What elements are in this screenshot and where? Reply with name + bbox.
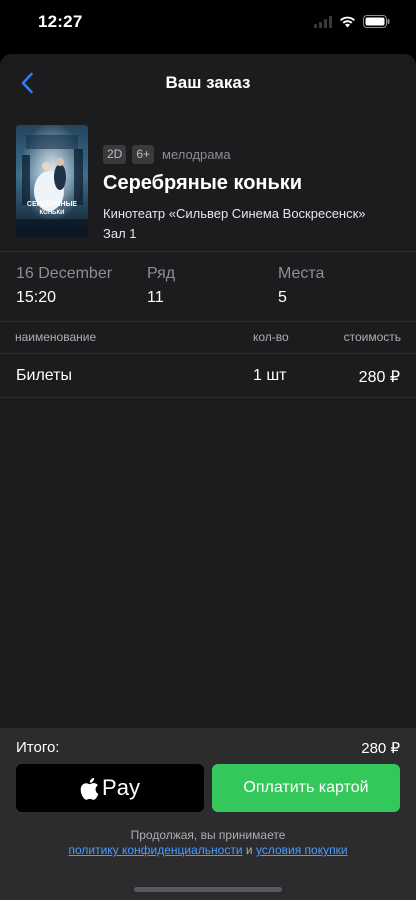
session-date-col: 16 December 15:20 [16,265,112,307]
order-table-header: наименование кол-во стоимость [0,322,416,354]
svg-text:СЕРЕБРЯНЫЕ: СЕРЕБРЯНЫЕ [27,201,78,208]
column-header-qty: кол-во [253,330,289,344]
page-title: Ваш заказ [165,73,251,92]
total-value: 280 ₽ [361,740,400,757]
seats-label: Места [278,265,325,282]
home-indicator[interactable] [134,887,282,892]
session-info: 16 December 15:20 Ряд 11 Места 5 [0,252,416,322]
terms-link[interactable]: условия покупки [256,843,348,857]
svg-text:КОНЬКИ: КОНЬКИ [40,210,65,216]
hall-name: Зал 1 [103,226,137,241]
column-header-price: стоимость [343,330,401,344]
session-time: 15:20 [16,289,57,306]
total-label: Итого: [16,739,60,756]
item-qty: 1 шт [253,367,287,384]
session-row-col: Ряд 11 [147,265,175,307]
table-row: Билеты 1 шт 280 ₽ [0,354,416,398]
item-price: 280 ₽ [358,369,400,386]
movie-title: Серебряные коньки [103,172,303,194]
status-bar: 12:27 [0,0,416,50]
legal-links: политику конфиденциальности и условия по… [0,843,416,858]
row-label: Ряд [147,265,176,282]
row-value: 11 [147,289,164,306]
pay-by-card-button[interactable]: Оплатить картой [212,764,400,812]
navigation-bar: Ваш заказ [0,54,416,112]
apple-pay-label: Pay [102,775,140,800]
signal-icon [314,15,332,28]
checkout-footer: Итого: 280 ₽ Pay Оплатить картой Продолж… [0,728,416,900]
column-header-name: наименование [15,330,97,344]
status-time: 12:27 [38,12,83,31]
order-sheet: Ваш заказ СЕРЕБРЯНЫЕ КОНЬКИ 2D 6+ мелодр… [0,54,416,900]
age-badge: 6+ [132,145,155,164]
session-date: 16 December [16,265,113,282]
session-seats-col: Места 5 [278,265,324,307]
legal-and: и [242,843,256,857]
apple-pay-button[interactable]: Pay [16,764,204,812]
wifi-icon [340,16,355,27]
seats-value: 5 [278,289,287,306]
apple-logo-icon [80,777,99,800]
movie-info: СЕРЕБРЯНЫЕ КОНЬКИ 2D 6+ мелодрама Серебр… [0,112,416,252]
movie-badges: 2D 6+ мелодрама [103,145,231,164]
privacy-policy-link[interactable]: политику конфиденциальности [68,843,242,857]
legal-notice: Продолжая, вы принимаете политику конфид… [0,828,416,858]
genre-label: мелодрама [162,147,231,162]
cinema-name: Кинотеатр «Сильвер Синема Воскресенск» [103,206,366,221]
format-badge: 2D [103,145,127,164]
movie-poster: СЕРЕБРЯНЫЕ КОНЬКИ [16,125,88,237]
status-icons [314,15,390,28]
item-name: Билеты [16,367,72,384]
legal-prefix: Продолжая, вы принимаете [130,828,286,842]
battery-icon [363,15,390,28]
